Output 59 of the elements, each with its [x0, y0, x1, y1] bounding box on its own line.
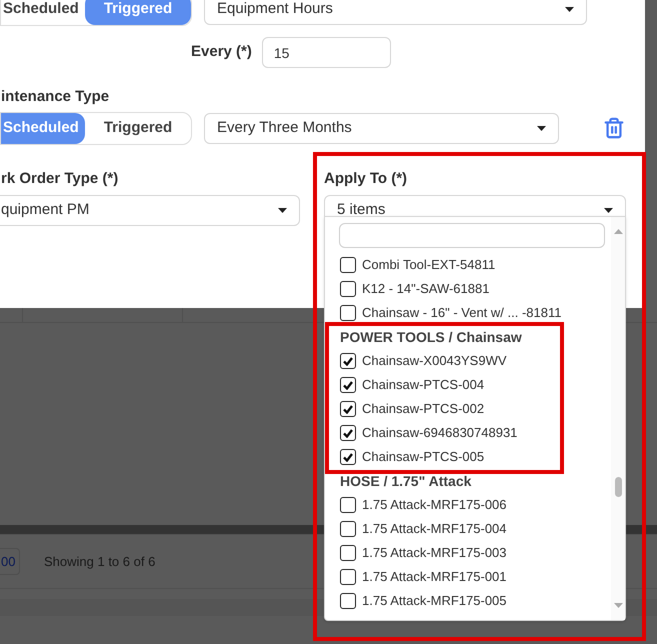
field-label: Apply To (*) [324, 168, 408, 188]
caret-icon [565, 7, 574, 12]
option-label: Chainsaw-PTCS-005 [362, 448, 484, 466]
option-item[interactable]: 1.75 Attack-MRF175-001 [325, 565, 611, 589]
caret-icon [278, 208, 287, 213]
check-icon [343, 452, 353, 462]
checkbox[interactable] [340, 521, 356, 537]
scrollbar[interactable] [611, 217, 625, 620]
select-field[interactable]: quipment PM [0, 195, 300, 226]
checkbox[interactable] [340, 593, 356, 609]
option-label: Chainsaw-6946830748931 [362, 424, 518, 442]
option-label: 1.75 Attack-MRF175-004 [362, 520, 507, 538]
option-label: Combi Tool-EXT-54811 [362, 256, 496, 274]
field-label: Every (*) [191, 42, 252, 62]
check-icon [343, 428, 353, 438]
caret-icon [537, 126, 546, 130]
checkbox[interactable] [340, 281, 356, 297]
checkbox[interactable] [340, 545, 356, 561]
checkbox[interactable] [340, 377, 356, 393]
checkbox[interactable] [340, 401, 356, 417]
checkbox[interactable] [340, 425, 356, 441]
option-label: Chainsaw - 16" - Vent w/ ... -81811 [362, 304, 562, 322]
checkbox[interactable] [340, 569, 356, 585]
option-label: 1.75 Attack-MRF175-003 [362, 544, 507, 562]
option-item[interactable]: 1.75 Attack-MRF175-006 [325, 493, 611, 517]
checkbox[interactable] [340, 353, 356, 369]
option-item[interactable]: Combi Tool-EXT-54811 [325, 253, 611, 277]
option-item[interactable]: 1.75 Attack-MRF175-005 [325, 589, 611, 613]
option-label: 1.75 Attack-MRF175-005 [362, 592, 507, 610]
pagination-summary: Showing 1 to 6 of 6 [44, 552, 156, 571]
check-icon [343, 380, 353, 390]
caret-icon [604, 208, 613, 213]
select-field[interactable]: Equipment Hours [204, 0, 587, 25]
option-label: Chainsaw-PTCS-002 [362, 400, 484, 418]
option-label: 1.75 Attack-MRF175-001 [362, 568, 507, 586]
option-label: Chainsaw-PTCS-004 [362, 376, 484, 394]
group-header: HOSE / 1.75" Attack [339, 472, 472, 490]
option-label: Chainsaw-X0043YS9WV [362, 352, 507, 370]
section-label: intenance Type [1, 87, 110, 107]
delete-button[interactable] [603, 117, 625, 139]
option-item[interactable]: Chainsaw - 16" - Vent w/ ... -81811 [325, 301, 611, 325]
input-field[interactable]: 15 [262, 37, 391, 68]
option-item[interactable]: 1.75 Attack-MRF175-003 [325, 541, 611, 565]
scrollbar-thumb[interactable] [614, 477, 622, 497]
select-field[interactable]: Every Three Months [204, 112, 559, 144]
checkbox[interactable] [340, 449, 356, 465]
option-label: 1.75 Attack-MRF175-006 [362, 496, 507, 514]
check-icon [343, 404, 353, 414]
trash-icon [603, 117, 625, 139]
option-item[interactable]: K12 - 14"-SAW-61881 [325, 277, 611, 301]
group-header: POWER TOOLS / Chainsaw [339, 328, 523, 346]
checkbox[interactable] [340, 257, 356, 273]
checkbox[interactable] [340, 497, 356, 513]
checkbox[interactable] [340, 305, 356, 321]
search-field[interactable] [339, 223, 605, 248]
check-icon [343, 356, 353, 366]
field-label: rk Order Type (*) [1, 168, 118, 188]
option-item[interactable]: 1.75 Attack-MRF175-004 [325, 517, 611, 541]
option-label: K12 - 14"-SAW-61881 [362, 280, 490, 298]
